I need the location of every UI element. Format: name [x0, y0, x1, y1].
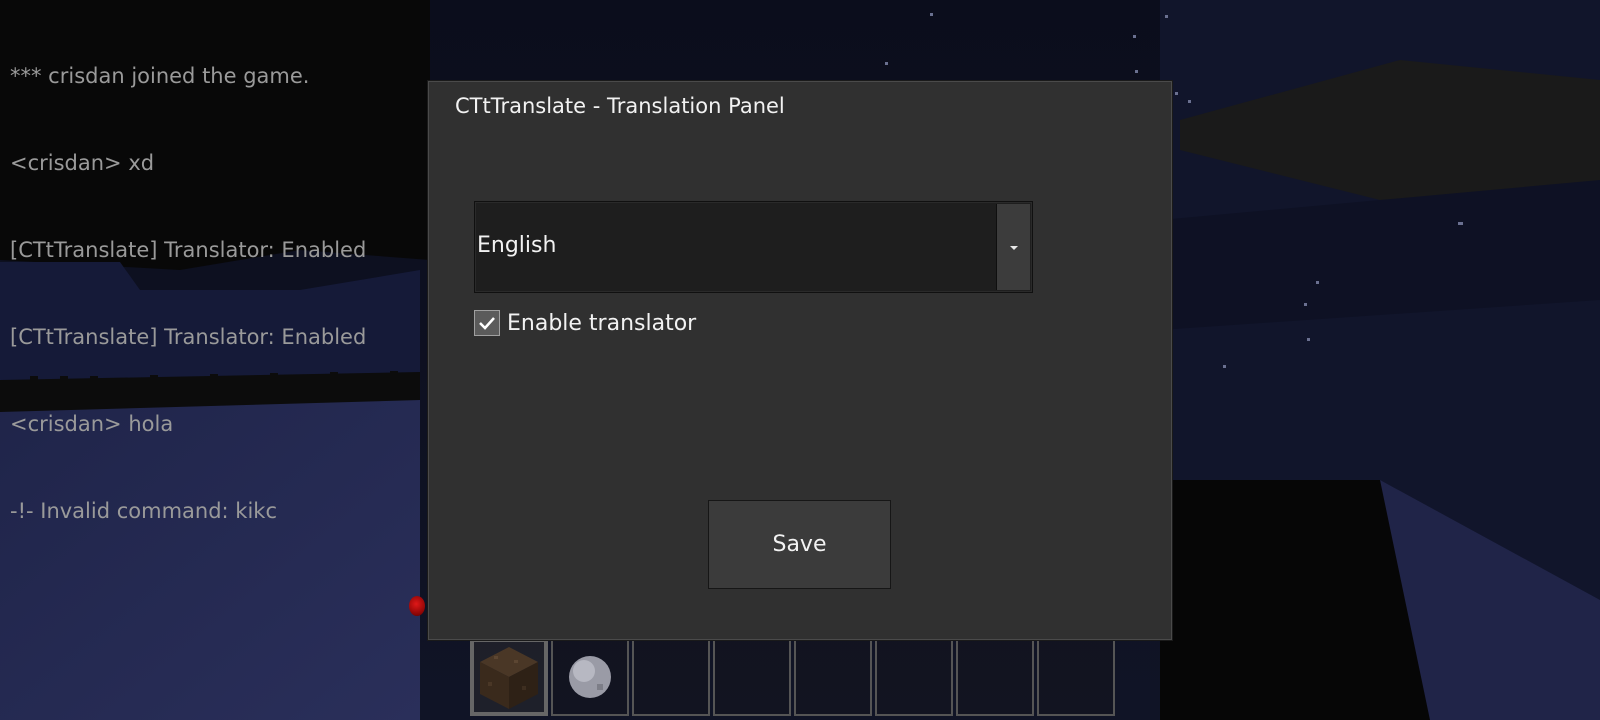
chat-line: <crisdan> hola	[10, 412, 174, 436]
snowball-icon	[569, 656, 611, 698]
enable-translator-checkbox[interactable]	[474, 310, 500, 336]
hotbar-slot-4[interactable]	[713, 638, 791, 716]
checkmark-icon	[479, 317, 495, 330]
chat-line: *** crisdan joined the game.	[10, 64, 310, 88]
hotbar-slot-7[interactable]	[956, 638, 1034, 716]
hotbar-slot-1[interactable]	[470, 638, 548, 716]
enable-translator-row[interactable]: Enable translator	[474, 308, 696, 338]
chat-line: -!- Invalid command: kikc	[10, 499, 277, 523]
chat-line: <crisdan> xd	[10, 151, 155, 175]
hotbar-slot-5[interactable]	[794, 638, 872, 716]
language-dropdown[interactable]: English	[474, 201, 1033, 293]
dirt-block-icon	[480, 647, 538, 709]
translation-panel: CTtTranslate - Translation Panel English…	[428, 81, 1172, 640]
save-button[interactable]: Save	[708, 500, 891, 589]
chat-log: *** crisdan joined the game. <crisdan> x…	[10, 4, 366, 555]
chat-line: [CTtTranslate] Translator: Enabled	[10, 325, 367, 349]
dropdown-toggle-button[interactable]	[996, 204, 1030, 290]
chat-line: [CTtTranslate] Translator: Enabled	[10, 238, 367, 262]
chevron-down-icon	[1010, 246, 1018, 250]
hotbar-slot-6[interactable]	[875, 638, 953, 716]
enable-translator-label: Enable translator	[507, 310, 697, 336]
hotbar	[470, 638, 1126, 716]
hotbar-slot-2[interactable]	[551, 638, 629, 716]
language-dropdown-value: English	[477, 233, 557, 258]
panel-title: CTtTranslate - Translation Panel	[455, 94, 785, 118]
hotbar-slot-3[interactable]	[632, 638, 710, 716]
red-particle-icon	[409, 596, 425, 616]
hotbar-slot-8[interactable]	[1037, 638, 1115, 716]
